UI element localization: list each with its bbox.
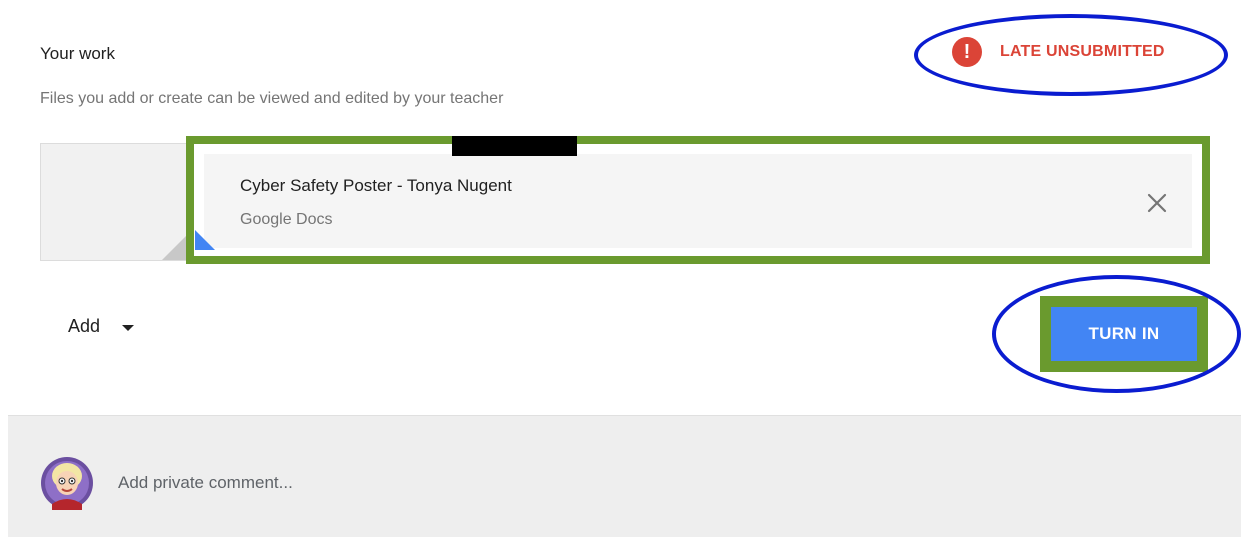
attachment-card[interactable] <box>186 136 1210 264</box>
your-work-panel: Your work Files you add or create can be… <box>0 0 1241 537</box>
status-badge: ! LATE UNSUBMITTED <box>952 37 1165 67</box>
docs-corner-icon <box>195 230 215 250</box>
caret-down-icon <box>122 325 135 331</box>
add-button-label: Add <box>68 316 101 336</box>
exclamation-circle-icon: ! <box>952 37 982 67</box>
status-label: LATE UNSUBMITTED <box>1000 43 1165 60</box>
turn-in-button[interactable]: TURN IN <box>1051 307 1197 361</box>
attachment-title[interactable]: Cyber Safety Poster - Tonya Nugent <box>240 176 512 196</box>
add-button[interactable]: Add <box>68 316 135 337</box>
section-title: Your work <box>40 44 115 63</box>
section-subtitle: Files you add or create can be viewed an… <box>40 90 504 107</box>
avatar <box>41 457 93 510</box>
private-comment-input[interactable] <box>118 472 818 494</box>
attachment-type: Google Docs <box>240 211 333 228</box>
redaction-bar <box>452 136 577 156</box>
close-icon[interactable] <box>1140 186 1174 220</box>
attachment-card-body <box>204 154 1192 248</box>
